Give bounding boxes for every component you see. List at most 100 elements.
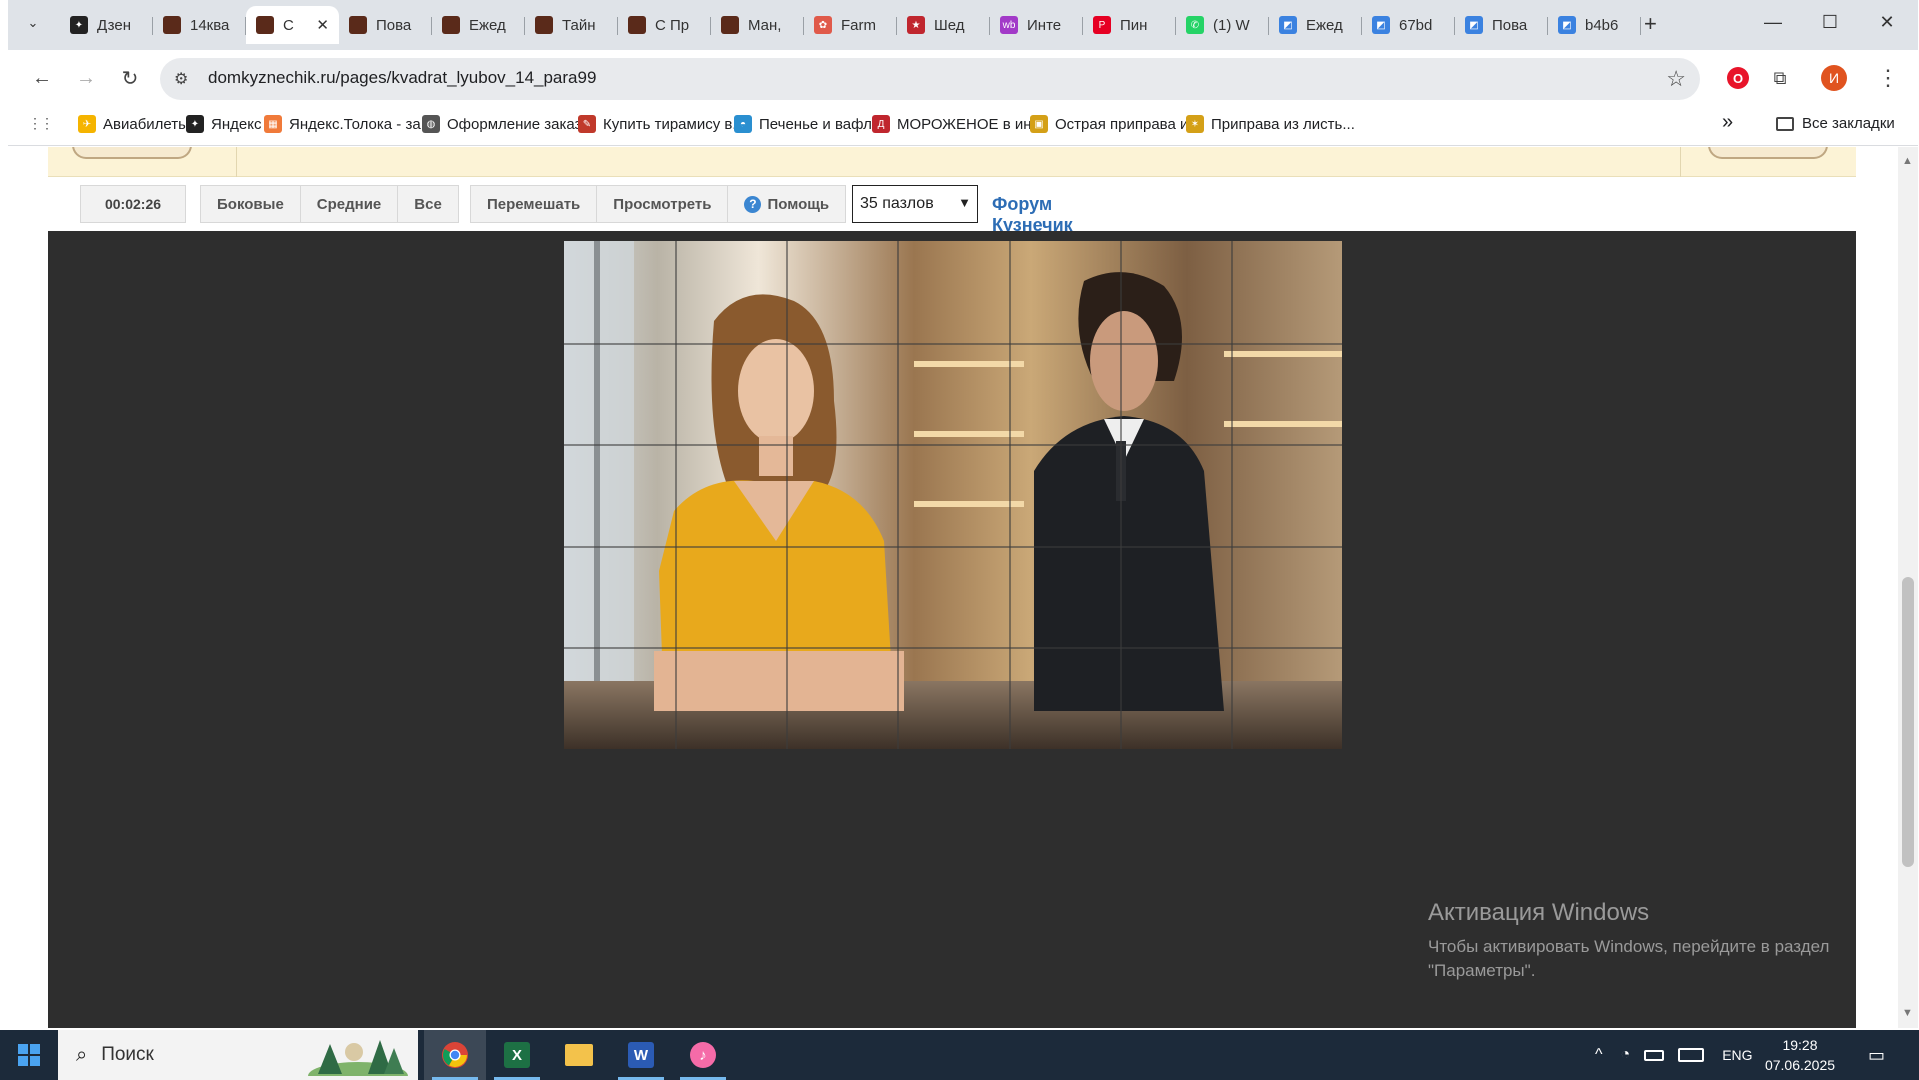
browser-tab[interactable]: wb Инте bbox=[990, 6, 1083, 44]
preview-button[interactable]: Просмотреть bbox=[597, 186, 729, 222]
tab-search-button[interactable]: ⌄ bbox=[22, 12, 44, 34]
browser-tab[interactable]: С Пр bbox=[618, 6, 711, 44]
notification-button[interactable]: ▭ bbox=[1868, 1030, 1885, 1080]
windows-activation-watermark: Активация Windows Чтобы активировать Win… bbox=[1428, 899, 1829, 983]
browser-tab[interactable]: 14ква bbox=[153, 6, 246, 44]
browser-tab[interactable]: ✦ Дзен bbox=[60, 6, 153, 44]
windows-logo-icon bbox=[18, 1044, 40, 1066]
browser-tab[interactable]: ◩ b4b6 bbox=[1548, 6, 1641, 44]
browser-tab[interactable]: ★ Шед bbox=[897, 6, 990, 44]
address-bar[interactable]: ⚙ domkyznechik.ru/pages/kvadrat_lyubov_1… bbox=[160, 58, 1700, 100]
bookmarks-more-button[interactable]: » bbox=[1722, 111, 1733, 134]
taskbar-explorer[interactable] bbox=[548, 1030, 610, 1080]
scroll-down-icon[interactable]: ▼ bbox=[1902, 1007, 1913, 1019]
bookmark-label: Яндекс bbox=[211, 115, 262, 133]
site-info-icon[interactable]: ⚙ bbox=[174, 69, 188, 89]
bookmark-favicon-icon: ✦ bbox=[186, 115, 204, 133]
bookmark-label: Купить тирамису в... bbox=[603, 115, 745, 133]
network-icon[interactable]: ◔ bbox=[1621, 1046, 1631, 1064]
tab-title: С Пр bbox=[655, 16, 690, 34]
taskbar-excel[interactable]: X bbox=[486, 1030, 548, 1080]
scroll-up-icon[interactable]: ▲ bbox=[1902, 155, 1913, 167]
browser-tab[interactable]: Ежед bbox=[432, 6, 525, 44]
activation-line-2: "Параметры". bbox=[1428, 961, 1536, 980]
browser-tab[interactable]: С ✕ bbox=[246, 6, 339, 44]
bookmark-item[interactable]: Д МОРОЖЕНОЕ в ин... bbox=[872, 115, 1044, 133]
url-text[interactable]: domkyznechik.ru/pages/kvadrat_lyubov_14_… bbox=[208, 68, 596, 88]
language-indicator[interactable]: ENG bbox=[1722, 1047, 1752, 1063]
page-content: 00:02:26 Боковые Средние Все Перемешать … bbox=[8, 147, 1898, 1028]
bookmark-item[interactable]: ✎ Купить тирамису в... bbox=[578, 115, 745, 133]
bookmarks-bar: ⋮⋮ ✈ Авиабилеты ✦ Яндекс ▦ Яндекс.Толока - за… bbox=[8, 106, 1918, 146]
banner-decoration-left bbox=[72, 147, 192, 159]
forward-button[interactable]: → bbox=[72, 64, 100, 92]
puzzle-grid-line bbox=[1231, 241, 1233, 749]
browser-tab[interactable]: ◩ Ежед bbox=[1269, 6, 1362, 44]
close-window-button[interactable]: ✕ bbox=[1872, 12, 1902, 33]
piece-count-value: 35 пазлов bbox=[860, 195, 934, 212]
folder-icon bbox=[1776, 116, 1794, 131]
browser-tab[interactable]: Тайн bbox=[525, 6, 618, 44]
shuffle-button[interactable]: Перемешать bbox=[471, 186, 598, 222]
activation-title: Активация Windows bbox=[1428, 899, 1650, 926]
maximize-button[interactable]: ☐ bbox=[1815, 12, 1845, 33]
bookmark-item[interactable]: ▦ Яндекс.Толока - за... bbox=[264, 115, 433, 133]
opera-extension-icon[interactable]: O bbox=[1724, 64, 1752, 92]
bookmark-favicon-icon: ▣ bbox=[1030, 115, 1048, 133]
forum-link[interactable]: Форум Кузнечик bbox=[992, 194, 1073, 236]
bookmark-favicon-icon: ✈ bbox=[78, 115, 96, 133]
page-scrollbar[interactable]: ▲ ▼ bbox=[1898, 147, 1918, 1028]
tab-title: Пин bbox=[1120, 16, 1148, 34]
taskbar-itunes[interactable]: ♪ bbox=[672, 1030, 734, 1080]
all-bookmarks-button[interactable]: Все закладки bbox=[1776, 115, 1895, 132]
bookmark-item[interactable]: ✶ Приправа из листь... bbox=[1186, 115, 1355, 133]
tab-close-icon[interactable]: ✕ bbox=[316, 16, 329, 34]
dropdown-arrow-icon: ▼ bbox=[958, 195, 971, 210]
start-button[interactable] bbox=[0, 1030, 58, 1080]
keyboard-icon[interactable] bbox=[1678, 1048, 1705, 1062]
help-label: Помощь bbox=[767, 195, 830, 213]
tray-overflow-icon[interactable]: ^ bbox=[1595, 1046, 1603, 1064]
puzzle-grid-line bbox=[564, 546, 1342, 548]
menu-icon[interactable]: ⋮ bbox=[1874, 64, 1902, 92]
back-button[interactable]: ← bbox=[28, 64, 56, 92]
browser-tab[interactable]: ✆ (1) W bbox=[1176, 6, 1269, 44]
bookmark-item[interactable]: ▣ Острая приправа и... bbox=[1030, 115, 1201, 133]
tab-favicon-icon: ✆ bbox=[1186, 16, 1204, 34]
browser-tab[interactable]: ✿ Farm bbox=[804, 6, 897, 44]
bookmark-star-icon[interactable]: ☆ bbox=[1666, 66, 1686, 92]
browser-tab[interactable]: Ман, bbox=[711, 6, 804, 44]
browser-tab[interactable]: P Пин bbox=[1083, 6, 1176, 44]
all-bookmarks-label: Все закладки bbox=[1802, 115, 1895, 132]
system-clock[interactable]: 19:28 07.06.2025 bbox=[1760, 1035, 1840, 1075]
clock-date: 07.06.2025 bbox=[1764, 1057, 1836, 1073]
profile-avatar[interactable]: И bbox=[1820, 64, 1848, 92]
battery-icon[interactable] bbox=[1644, 1049, 1665, 1061]
new-tab-button[interactable]: + bbox=[1644, 11, 1657, 37]
bookmark-item[interactable]: ◓ Печенье и вафли bbox=[734, 115, 880, 133]
minimize-button[interactable]: — bbox=[1758, 12, 1788, 33]
system-tray: ^ ◔ ENG bbox=[1595, 1030, 1753, 1080]
piece-count-select[interactable]: 35 пазлов ▼ bbox=[852, 185, 978, 223]
extensions-icon[interactable]: ⧉ bbox=[1766, 64, 1794, 92]
action-group: Перемешать Просмотреть ? Помощь bbox=[470, 185, 847, 223]
browser-tab[interactable]: ◩ 67bd bbox=[1362, 6, 1455, 44]
bookmark-item[interactable]: ◍ Оформление заказ... bbox=[422, 115, 594, 133]
scroll-thumb[interactable] bbox=[1902, 577, 1914, 867]
help-button[interactable]: ? Помощь bbox=[728, 186, 845, 222]
filter-side-button[interactable]: Боковые bbox=[201, 186, 301, 222]
browser-tab[interactable]: Пова bbox=[339, 6, 432, 44]
puzzle-board[interactable] bbox=[564, 241, 1342, 749]
taskbar-word[interactable]: W bbox=[610, 1030, 672, 1080]
bookmark-item[interactable]: ✦ Яндекс bbox=[186, 115, 261, 133]
reload-button[interactable]: ↻ bbox=[116, 64, 144, 92]
bookmark-item[interactable]: ✈ Авиабилеты bbox=[78, 115, 189, 133]
taskbar-chrome[interactable] bbox=[424, 1030, 486, 1080]
taskbar-search[interactable]: ⌕ Поиск bbox=[58, 1030, 418, 1080]
apps-grid-icon[interactable]: ⋮⋮ bbox=[28, 115, 54, 132]
filter-middle-button[interactable]: Средние bbox=[301, 186, 399, 222]
browser-tab[interactable]: ◩ Пова bbox=[1455, 6, 1548, 44]
folder-icon bbox=[565, 1044, 593, 1066]
tab-list: ✦ Дзен 14ква С ✕ Пова Ежед Тайн С Пр Ман, ✿ Farm ★ Ше… bbox=[60, 6, 1641, 44]
filter-all-button[interactable]: Все bbox=[398, 186, 458, 222]
